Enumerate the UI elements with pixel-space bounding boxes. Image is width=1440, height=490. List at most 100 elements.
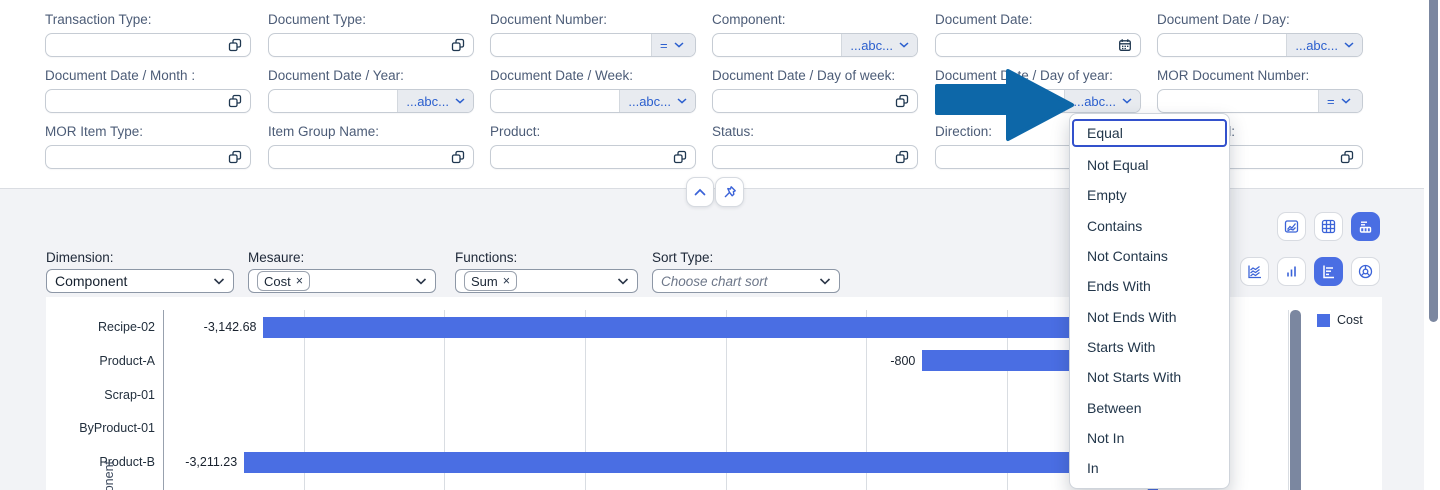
filter-field-product: Product: [490,124,696,169]
filter-field-component: Component: ...abc... [712,12,918,57]
chart-view-button[interactable] [1277,212,1306,241]
value-help-icon[interactable] [672,149,695,165]
field-label: Document Date / Day of week: [712,68,918,84]
field-label: Document Number: [490,12,696,28]
document-number-input[interactable]: = [490,33,696,57]
functions-multi-select[interactable]: Sum× [455,269,638,293]
pin-filter-bar-button[interactable] [715,177,744,207]
dropdown-item-starts-with[interactable]: Starts With [1070,332,1229,362]
remove-token-icon[interactable]: × [296,274,303,288]
filter-field-status: Status: [712,124,918,169]
mor-item-type-input[interactable] [45,145,251,169]
dropdown-item-ends-with[interactable]: Ends With [1070,271,1229,301]
dropdown-item-not-ends-with[interactable]: Not Ends With [1070,301,1229,331]
column-chart-button[interactable] [1277,257,1306,286]
filter-field-document-date: Document Date: [935,12,1141,57]
document-date-input[interactable] [935,33,1141,57]
dropdown-item-not-equal[interactable]: Not Equal [1070,150,1229,180]
status-input[interactable] [712,145,918,169]
dropdown-item-contains[interactable]: Contains [1070,211,1229,241]
value-help-icon[interactable] [1339,149,1362,165]
filter-field-document-date-month: Document Date / Month : [45,68,251,113]
line-chart-button[interactable] [1240,257,1269,286]
value-help-icon[interactable] [894,149,917,165]
page-scrollbar-track[interactable] [1424,0,1440,490]
column-chart-icon [1283,263,1300,280]
operator-select-button[interactable]: ...abc... [397,90,473,112]
transaction-type-input[interactable] [45,33,251,57]
field-label: Item Group Name: [268,124,474,140]
donut-chart-button[interactable] [1351,257,1380,286]
value-help-icon[interactable] [227,37,250,53]
value-help-icon[interactable] [227,93,250,109]
function-token: Sum× [464,271,517,291]
field-label: Document Date / Week: [490,68,696,84]
calendar-icon[interactable] [1117,37,1140,53]
bar-chart-icon [1320,263,1337,280]
chevron-up-icon [693,188,707,197]
sort-type-select[interactable]: Choose chart sort [652,269,840,293]
value-help-icon[interactable] [450,37,473,53]
chart-table-view-icon [1357,218,1374,235]
dropdown-item-in[interactable]: In [1070,453,1229,483]
mor-document-number-input[interactable]: = [1157,89,1363,113]
remove-token-icon[interactable]: × [503,274,510,288]
dropdown-item-equal[interactable]: Equal [1072,119,1227,147]
document-date-day-of-year-input[interactable]: ...abc... [935,89,1141,113]
operator-select-button[interactable]: = [1318,90,1362,112]
document-date-day-of-week-input[interactable] [712,89,918,113]
dropdown-item-not-starts-with[interactable]: Not Starts With [1070,362,1229,392]
value-label: -3,211.23 [147,454,237,470]
collapse-filter-bar-button[interactable] [686,177,714,207]
measure-multi-select[interactable]: Cost× [248,269,436,293]
document-date-month-input[interactable] [45,89,251,113]
operator-select-button[interactable]: ...abc... [1286,34,1362,56]
app-root: Transaction Type: Document Type: Documen… [0,0,1440,490]
category-label: Product-A [46,353,155,369]
grid-line [1288,310,1289,490]
chevron-down-icon [1341,98,1351,104]
document-date-year-input[interactable]: ...abc... [268,89,474,113]
chart-table-view-button[interactable] [1351,212,1380,241]
value-help-icon[interactable] [894,93,917,109]
dropdown-item-between[interactable]: Between [1070,392,1229,422]
table-view-icon [1320,218,1337,235]
operator-value: ...abc... [1295,38,1338,53]
line-chart-icon [1246,263,1263,280]
dropdown-item-empty[interactable]: Empty [1070,180,1229,210]
page-scrollbar-thumb[interactable] [1429,0,1438,322]
filter-field-document-date-week: Document Date / Week: ...abc... [490,68,696,113]
value-help-icon[interactable] [450,149,473,165]
dimension-value: Component [55,273,127,289]
dimension-select[interactable]: Component [46,269,234,293]
operator-dropdown: Equal Not Equal Empty Contains Not Conta… [1069,113,1230,489]
bar-chart-button[interactable] [1314,257,1343,286]
category-label: ByProduct-01 [46,420,155,436]
table-view-button[interactable] [1314,212,1343,241]
component-input[interactable]: ...abc... [712,33,918,57]
operator-select-button[interactable]: ...abc... [841,34,917,56]
filter-field-document-date-day-of-week: Document Date / Day of week: [712,68,918,113]
sort-type-label: Sort Type: [652,250,713,265]
document-date-day-input[interactable]: ...abc... [1157,33,1363,57]
dropdown-item-not-contains[interactable]: Not Contains [1070,241,1229,271]
operator-select-button[interactable]: ...abc... [1064,90,1140,112]
legend-entry: Cost [1337,313,1363,327]
operator-select-button[interactable]: = [651,34,695,56]
item-group-name-input[interactable] [268,145,474,169]
bar [244,452,1147,473]
operator-value: ...abc... [850,38,893,53]
operator-value: = [660,38,668,53]
chart-scrollbar[interactable] [1290,310,1301,490]
filter-field-document-type: Document Type: [268,12,474,57]
operator-select-button[interactable]: ...abc... [619,90,695,112]
product-input[interactable] [490,145,696,169]
operator-value: ...abc... [628,94,671,109]
document-date-week-input[interactable]: ...abc... [490,89,696,113]
value-help-icon[interactable] [227,149,250,165]
document-type-input[interactable] [268,33,474,57]
dropdown-item-not-in[interactable]: Not In [1070,423,1229,453]
donut-chart-icon [1357,263,1374,280]
legend-swatch [1317,314,1330,327]
field-label: Document Date / Year: [268,68,474,84]
